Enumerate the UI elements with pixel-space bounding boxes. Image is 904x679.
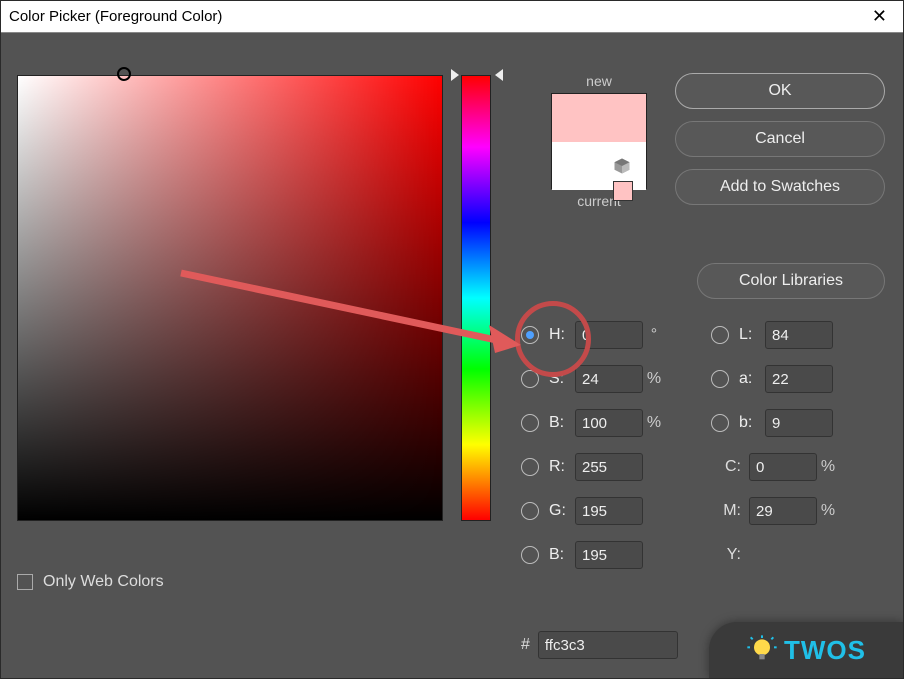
label-b-lab: b: bbox=[739, 414, 765, 432]
label-l: L: bbox=[739, 326, 765, 344]
input-l[interactable] bbox=[765, 321, 833, 349]
radio-l[interactable] bbox=[711, 326, 729, 344]
window-title: Color Picker (Foreground Color) bbox=[9, 8, 222, 25]
ok-button[interactable]: OK bbox=[675, 73, 885, 109]
input-h[interactable] bbox=[575, 321, 643, 349]
label-a: a: bbox=[739, 370, 765, 388]
color-picker-dialog: Color Picker (Foreground Color) ✕ new cu… bbox=[0, 0, 904, 679]
radio-g[interactable] bbox=[521, 502, 539, 520]
radio-b-lab[interactable] bbox=[711, 414, 729, 432]
color-field-cursor[interactable] bbox=[117, 67, 131, 81]
hex-label: # bbox=[521, 636, 530, 654]
color-field[interactable] bbox=[17, 75, 443, 521]
label-y: Y: bbox=[711, 546, 741, 564]
hex-row: # bbox=[521, 631, 678, 659]
input-c[interactable] bbox=[749, 453, 817, 481]
label-s: S: bbox=[549, 370, 575, 388]
unit-m: % bbox=[817, 502, 839, 520]
input-r[interactable] bbox=[575, 453, 643, 481]
label-g: G: bbox=[549, 502, 575, 520]
color-libraries-button[interactable]: Color Libraries bbox=[697, 263, 885, 299]
label-b-rgb: B: bbox=[549, 546, 575, 564]
hue-handle-right-icon[interactable] bbox=[495, 69, 503, 81]
radio-r[interactable] bbox=[521, 458, 539, 476]
watermark: TWOS bbox=[709, 622, 903, 678]
unit-s: % bbox=[643, 370, 665, 388]
radio-a[interactable] bbox=[711, 370, 729, 388]
radio-b-hsb[interactable] bbox=[521, 414, 539, 432]
label-r: R: bbox=[549, 458, 575, 476]
radio-h[interactable] bbox=[521, 326, 539, 344]
new-color-label: new bbox=[524, 73, 674, 89]
gamut-warning-icon[interactable] bbox=[613, 157, 631, 180]
hue-handle-left-icon[interactable] bbox=[451, 69, 459, 81]
input-b-rgb[interactable] bbox=[575, 541, 643, 569]
radio-s[interactable] bbox=[521, 370, 539, 388]
input-hex[interactable] bbox=[538, 631, 678, 659]
titlebar: Color Picker (Foreground Color) ✕ bbox=[1, 1, 903, 33]
input-a[interactable] bbox=[765, 365, 833, 393]
input-g[interactable] bbox=[575, 497, 643, 525]
closest-web-color-swatch[interactable] bbox=[613, 181, 633, 201]
input-s[interactable] bbox=[575, 365, 643, 393]
watermark-text: TWOS bbox=[784, 635, 866, 666]
input-m[interactable] bbox=[749, 497, 817, 525]
hue-slider[interactable] bbox=[461, 75, 491, 521]
unit-b-hsb: % bbox=[643, 414, 665, 432]
unit-h: ° bbox=[643, 326, 665, 344]
close-icon[interactable]: ✕ bbox=[864, 4, 895, 29]
current-color-label: current bbox=[524, 193, 674, 209]
color-preview: new current bbox=[524, 73, 674, 209]
cancel-button[interactable]: Cancel bbox=[675, 121, 885, 157]
only-web-colors-label: Only Web Colors bbox=[43, 573, 164, 591]
only-web-colors-checkbox[interactable] bbox=[17, 574, 33, 590]
radio-b-rgb[interactable] bbox=[521, 546, 539, 564]
add-to-swatches-button[interactable]: Add to Swatches bbox=[675, 169, 885, 205]
label-m: M: bbox=[711, 502, 741, 520]
unit-c: % bbox=[817, 458, 839, 476]
label-c: C: bbox=[711, 458, 741, 476]
color-values: H: ° L: S: % bbox=[521, 313, 887, 577]
lightbulb-icon bbox=[746, 634, 778, 666]
preview-swatch bbox=[551, 93, 647, 189]
input-b-hsb[interactable] bbox=[575, 409, 643, 437]
input-b-lab[interactable] bbox=[765, 409, 833, 437]
label-b-hsb: B: bbox=[549, 414, 575, 432]
label-h: H: bbox=[549, 326, 575, 344]
new-color-swatch bbox=[552, 94, 646, 142]
